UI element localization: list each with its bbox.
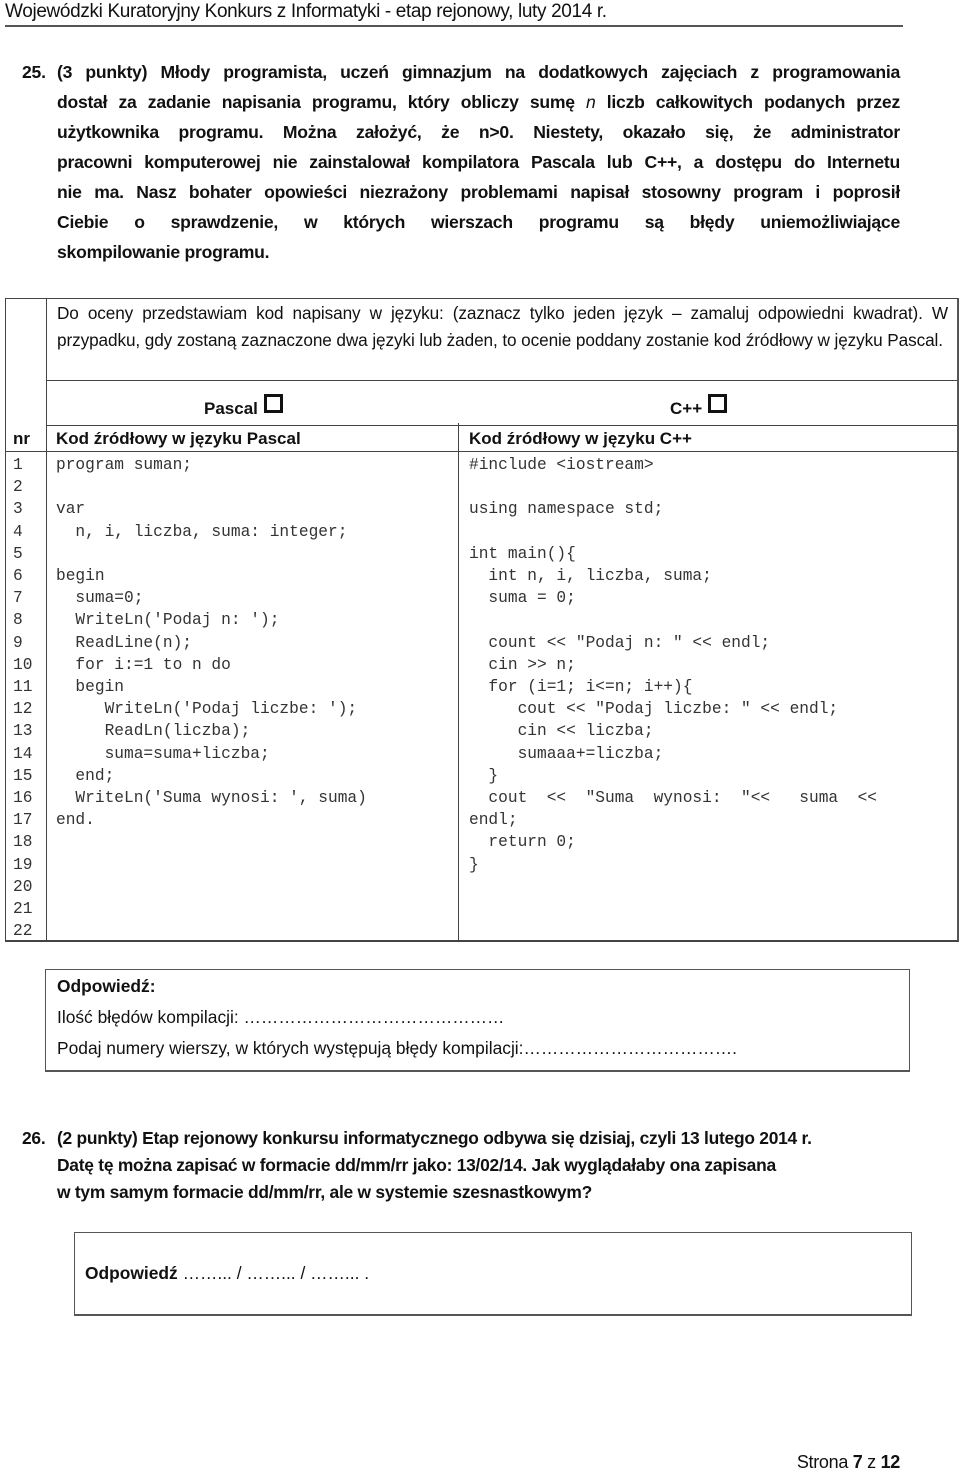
cpp-code-line: cout << "Suma wynosi: "<< suma << <box>469 789 877 807</box>
answer-25-title: Odpowiedź: <box>57 976 156 996</box>
page-header: Wojewódzki Kuratoryjny Konkurs z Informa… <box>5 0 903 27</box>
cpp-code-line: endl; <box>469 811 518 830</box>
cpp-code-line: int main(){ <box>469 544 576 563</box>
line-number: 5 <box>13 544 23 563</box>
pascal-code-line: suma=suma+liczba; <box>56 744 270 763</box>
line-number: 6 <box>13 567 23 585</box>
pascal-code-line: for i:=1 to n do <box>56 655 231 674</box>
task-26: 26. (2 punkty) Etap rejonowy konkursu in… <box>22 1125 900 1206</box>
task-26-number: 26. <box>22 1128 46 1148</box>
task-26-line: (2 punkty) Etap rejonowy konkursu inform… <box>57 1128 812 1148</box>
line-number: 11 <box>13 678 33 696</box>
language-option-pascal[interactable]: Pascal <box>204 394 283 419</box>
line-number: 15 <box>13 766 33 785</box>
line-number: 17 <box>13 811 33 830</box>
variable-n: n <box>586 92 596 112</box>
cpp-code-line: for (i=1; i<=n; i++){ <box>469 678 693 696</box>
answer-26-line: Odpowiedź ……... / ……... / ……... . <box>85 1263 369 1284</box>
answer-box-26: Odpowiedź ……... / ……... / ……... . <box>74 1232 912 1316</box>
cpp-code-line: sumaaa+=liczba; <box>469 744 664 763</box>
code-body: 1 program suman; #include <iostream> 2 3 var u… <box>6 452 957 940</box>
error-lines-field[interactable]: Podaj numery wierszy, w których występuj… <box>57 1033 909 1064</box>
cpp-code-line: } <box>469 855 479 874</box>
language-option-cpp[interactable]: C++ <box>670 394 728 419</box>
cpp-code-line: } <box>469 766 499 785</box>
line-number: 1 <box>13 456 23 474</box>
date-hex-field[interactable]: ……... / ……... / ……... . <box>183 1263 369 1283</box>
line-number: 20 <box>13 877 33 896</box>
line-number: 8 <box>13 611 23 630</box>
task-25-line: dostał za zadanie napisania programu, kt… <box>57 92 900 112</box>
header-cpp: Kod źródłowy w języku C++ <box>469 429 692 448</box>
pascal-code-line: n, i, liczba, suma: integer; <box>56 522 348 541</box>
cpp-code-line: cin >> n; <box>469 655 576 674</box>
language-instruction: Do oceny przedstawiam kod napisany w jęz… <box>47 299 957 381</box>
cpp-code-line: cin << liczba; <box>469 722 654 741</box>
answer-26-title: Odpowiedź <box>85 1263 178 1283</box>
page-footer: Strona 7 z 12 <box>797 1452 900 1473</box>
answer-box-25: Odpowiedź: Ilość błędów kompilacji: …………… <box>45 969 910 1072</box>
task-25-line: skompilowanie programu. <box>57 242 270 262</box>
line-number: 9 <box>13 633 23 652</box>
language-label-pascal: Pascal <box>204 399 258 418</box>
line-number: 16 <box>13 789 33 807</box>
task-25-line: pracowni komputerowej nie zainstalował k… <box>57 152 900 172</box>
code-table: Do oceny przedstawiam kod napisany w jęz… <box>5 298 959 942</box>
pascal-code-line: WriteLn('Suma wynosi: ', suma) <box>56 789 367 807</box>
footer-sep: z <box>862 1452 881 1472</box>
header-pascal: Kod źródłowy w języku Pascal <box>56 429 301 448</box>
task-26-line: w tym samym formacie dd/mm/rr, ale w sys… <box>57 1182 592 1202</box>
cpp-code-line: return 0; <box>469 833 576 852</box>
line-number: 2 <box>13 478 23 497</box>
pascal-code-line: end. <box>56 811 95 830</box>
line-number: 12 <box>13 700 33 719</box>
cpp-code-line: count << "Podaj n: " << endl; <box>469 633 771 652</box>
pascal-code-line: var <box>56 500 86 519</box>
cpp-code-line: suma = 0; <box>469 589 576 608</box>
pascal-code-line: ReadLine(n); <box>56 633 192 652</box>
task-26-text: (2 punkty) Etap rejonowy konkursu inform… <box>57 1125 900 1206</box>
line-number: 3 <box>13 500 23 519</box>
task-25-line: użytkownika programu. Można założyć, że … <box>57 122 900 142</box>
footer-page-number: 7 <box>852 1452 863 1472</box>
pascal-code-line: suma=0; <box>56 589 144 608</box>
task-25-line: (3 punkty) Młody programista, uczeń gimn… <box>57 62 900 82</box>
line-number: 4 <box>13 522 23 541</box>
pascal-code-line: WriteLn('Podaj liczbe: '); <box>56 700 358 719</box>
pascal-code-line: WriteLn('Podaj n: '); <box>56 611 280 630</box>
line-number: 13 <box>13 722 33 741</box>
line-number: 7 <box>13 589 23 608</box>
task-25-line: nie ma. Nasz bohater opowieści niezrażon… <box>57 182 900 202</box>
code-table-header: nr Kod źródłowy w języku Pascal Kod źród… <box>6 426 957 452</box>
errors-count-field[interactable]: Ilość błędów kompilacji: ……………………………………… <box>57 1002 909 1033</box>
task-25-number: 25. <box>22 62 46 82</box>
pascal-code-line: begin <box>56 678 124 696</box>
line-number: 21 <box>13 900 33 918</box>
pascal-code-line: end; <box>56 766 115 785</box>
pascal-code-line: program suman; <box>56 456 192 474</box>
cpp-code-line: using namespace std; <box>469 500 664 519</box>
header-nr: nr <box>13 429 30 448</box>
line-number: 22 <box>13 922 33 941</box>
line-number: 10 <box>13 655 33 674</box>
cpp-code-line: #include <iostream> <box>469 456 654 474</box>
language-select-row: Pascal C++ <box>47 381 957 426</box>
task-25: 25. (3 punkty) Młody programista, uczeń … <box>22 57 900 267</box>
cpp-code-line: int n, i, liczba, suma; <box>469 567 712 585</box>
cpp-checkbox[interactable] <box>708 394 728 413</box>
line-number: 14 <box>13 744 33 763</box>
pascal-code-line: begin <box>56 567 105 585</box>
task-25-text: (3 punkty) Młody programista, uczeń gimn… <box>57 57 900 267</box>
line-number: 18 <box>13 833 33 852</box>
language-label-cpp: C++ <box>670 399 703 418</box>
line-number: 19 <box>13 855 33 874</box>
footer-page-total: 12 <box>880 1452 901 1472</box>
task-25-line: Ciebie o sprawdzenie, w których wierszac… <box>57 212 900 232</box>
pascal-code-line: ReadLn(liczba); <box>56 722 251 741</box>
task-26-line: Datę tę można zapisać w formacie dd/mm/r… <box>57 1155 776 1175</box>
cpp-code-line: cout << "Podaj liczbe: " << endl; <box>469 700 839 719</box>
footer-prefix: Strona <box>796 1452 853 1472</box>
pascal-checkbox[interactable] <box>263 394 283 413</box>
